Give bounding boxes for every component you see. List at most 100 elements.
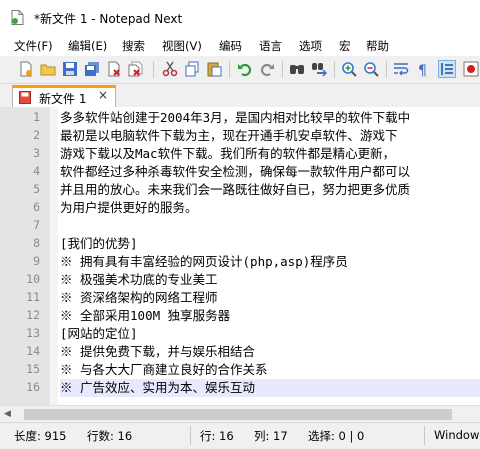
menu-view[interactable]: 视图(V) <box>162 38 202 54</box>
copy-icon[interactable] <box>184 61 200 77</box>
line-number: 12 <box>26 308 40 322</box>
save-icon[interactable] <box>62 61 78 77</box>
open-file-icon[interactable] <box>40 61 56 77</box>
scrollbar-thumb[interactable] <box>24 409 452 420</box>
menu-encoding[interactable]: 编码 <box>219 38 242 54</box>
toolbar: ¶ <box>0 56 480 84</box>
line-text[interactable]: ※ 提供免费下载，并与娱乐相结合 <box>60 343 480 361</box>
cut-icon[interactable] <box>162 61 178 77</box>
word-wrap-icon[interactable] <box>393 61 409 77</box>
redo-icon[interactable] <box>259 61 275 77</box>
line-text[interactable]: ※ 拥有具有丰富经验的网页设计(php,asp)程序员 <box>60 253 480 271</box>
line-number: 15 <box>26 362 40 376</box>
save-all-icon[interactable] <box>84 61 100 77</box>
editor-line[interactable]: 9 ※ 拥有具有丰富经验的网页设计(php,asp)程序员 <box>0 253 480 271</box>
editor-line[interactable]: 4 软件都经过多种杀毒软件安全检测，确保每一款软件用户都可以 <box>0 163 480 181</box>
editor-lines: 1 多多软件站创建于2004年3月，是国内相对比较早的软件下载中 2 最初是以电脑软件… <box>0 109 480 397</box>
line-text[interactable]: ※ 极强美术功底的专业美工 <box>60 271 480 289</box>
editor-line[interactable]: 15 ※ 与各大大厂商建立良好的合作关系 <box>0 361 480 379</box>
tab-close-icon[interactable]: × <box>98 88 108 102</box>
menu-edit[interactable]: 编辑(E) <box>68 38 107 54</box>
line-text[interactable]: 最初是以电脑软件下载为主，现在开通手机安卓软件、游戏下 <box>60 127 480 145</box>
line-text[interactable] <box>60 217 480 235</box>
line-number: 7 <box>33 218 40 232</box>
title-bar: *新文件 1 - Notepad Next <box>0 0 480 34</box>
horizontal-scrollbar[interactable]: ◀ <box>0 405 480 423</box>
line-number: 10 <box>26 272 40 286</box>
line-text[interactable]: 为用户提供更好的服务。 <box>60 199 480 217</box>
toolbar-separator <box>334 61 335 78</box>
line-text[interactable]: [我们的优势] <box>60 235 480 253</box>
undo-icon[interactable] <box>237 61 253 77</box>
record-macro-icon[interactable] <box>463 61 479 77</box>
status-length: 长度: 915 <box>14 429 67 443</box>
editor-line[interactable]: 10 ※ 极强美术功底的专业美工 <box>0 271 480 289</box>
toolbar-separator <box>386 61 387 78</box>
status-separator <box>424 426 425 445</box>
editor-line[interactable]: 16 ※ 广告效应、实用为本、娱乐互动 <box>0 379 480 397</box>
editor-line[interactable]: 14 ※ 提供免费下载，并与娱乐相结合 <box>0 343 480 361</box>
editor-line[interactable]: 13 [网站的定位] <box>0 325 480 343</box>
menu-settings[interactable]: 选项 <box>299 38 322 54</box>
status-separator <box>190 426 191 445</box>
menu-help[interactable]: 帮助 <box>366 38 389 54</box>
show-all-chars-icon[interactable]: ¶ <box>415 61 431 77</box>
line-text[interactable]: 软件都经过多种杀毒软件安全检测，确保每一款软件用户都可以 <box>60 163 480 181</box>
toolbar-separator <box>229 61 230 78</box>
toolbar-separator <box>282 61 283 78</box>
scroll-left-icon[interactable]: ◀ <box>4 409 11 419</box>
editor-line[interactable]: 5 并且用的放心。未来我们会一路既往做好自已，努力把更多优质 <box>0 181 480 199</box>
status-selection: 选择: 0 | 0 <box>308 429 365 443</box>
editor-line[interactable]: 3 游戏下载以及Mac软件下载。我们所有的软件都是精心更新， <box>0 145 480 163</box>
tab-label: 新文件 1 <box>39 92 87 106</box>
editor-line[interactable]: 1 多多软件站创建于2004年3月，是国内相对比较早的软件下载中 <box>0 109 480 127</box>
line-number: 5 <box>33 182 40 196</box>
line-number: 9 <box>33 254 40 268</box>
unsaved-file-icon <box>19 91 31 104</box>
line-text[interactable]: 游戏下载以及Mac软件下载。我们所有的软件都是精心更新， <box>60 145 480 163</box>
status-line-count: 行数: 16 <box>87 429 133 443</box>
line-number: 6 <box>33 200 40 214</box>
line-number: 11 <box>26 290 40 304</box>
replace-icon[interactable] <box>311 61 327 77</box>
new-file-icon[interactable] <box>18 61 34 77</box>
line-text[interactable]: [网站的定位] <box>60 325 480 343</box>
line-text[interactable]: 并且用的放心。未来我们会一路既往做好自已，努力把更多优质 <box>60 181 480 199</box>
status-bar: 长度: 915 行数: 16 行: 16 列: 17 选择: 0 | 0 Win… <box>0 422 480 449</box>
tab-bar: 新文件 1 × <box>0 84 480 108</box>
editor-line[interactable]: 2 最初是以电脑软件下载为主，现在开通手机安卓软件、游戏下 <box>0 127 480 145</box>
editor-line[interactable]: 8 [我们的优势] <box>0 235 480 253</box>
text-editor[interactable]: 1 多多软件站创建于2004年3月，是国内相对比较早的软件下载中 2 最初是以电脑软件… <box>0 107 480 405</box>
tab-new-file-1[interactable]: 新文件 1 × <box>12 85 116 107</box>
editor-line[interactable]: 12 ※ 全部采用100M 独享服务器 <box>0 307 480 325</box>
menu-bar: 文件(F) 编辑(E) 搜索 视图(V) 编码 语言 选项 宏 帮助 <box>0 34 480 56</box>
line-number: 4 <box>33 164 40 178</box>
line-text[interactable]: 多多软件站创建于2004年3月，是国内相对比较早的软件下载中 <box>60 109 480 127</box>
zoom-out-icon[interactable] <box>363 61 379 77</box>
editor-line[interactable]: 6 为用户提供更好的服务。 <box>0 199 480 217</box>
close-all-icon[interactable] <box>128 61 144 77</box>
line-text[interactable]: ※ 与各大大厂商建立良好的合作关系 <box>60 361 480 379</box>
line-number: 13 <box>26 326 40 340</box>
indent-guide-icon[interactable] <box>438 60 456 78</box>
line-number: 2 <box>33 128 40 142</box>
find-icon[interactable] <box>289 61 305 77</box>
line-number: 16 <box>26 380 40 394</box>
toolbar-separator <box>153 61 154 78</box>
line-text[interactable]: ※ 广告效应、实用为本、娱乐互动 <box>60 379 480 397</box>
paste-icon[interactable] <box>206 61 222 77</box>
menu-search[interactable]: 搜索 <box>122 38 145 54</box>
menu-macro[interactable]: 宏 <box>339 38 351 54</box>
menu-language[interactable]: 语言 <box>259 38 282 54</box>
line-text[interactable]: ※ 全部采用100M 独享服务器 <box>60 307 480 325</box>
editor-line[interactable]: 11 ※ 资深络架构的网络工程师 <box>0 289 480 307</box>
line-text[interactable]: ※ 资深络架构的网络工程师 <box>60 289 480 307</box>
line-number: 14 <box>26 344 40 358</box>
menu-file[interactable]: 文件(F) <box>14 38 53 54</box>
status-column: 列: 17 <box>254 429 288 443</box>
editor-line[interactable]: 7 <box>0 217 480 235</box>
line-number: 3 <box>33 146 40 160</box>
status-eol[interactable]: Window <box>434 428 479 442</box>
zoom-in-icon[interactable] <box>341 61 357 77</box>
close-icon[interactable] <box>106 61 122 77</box>
